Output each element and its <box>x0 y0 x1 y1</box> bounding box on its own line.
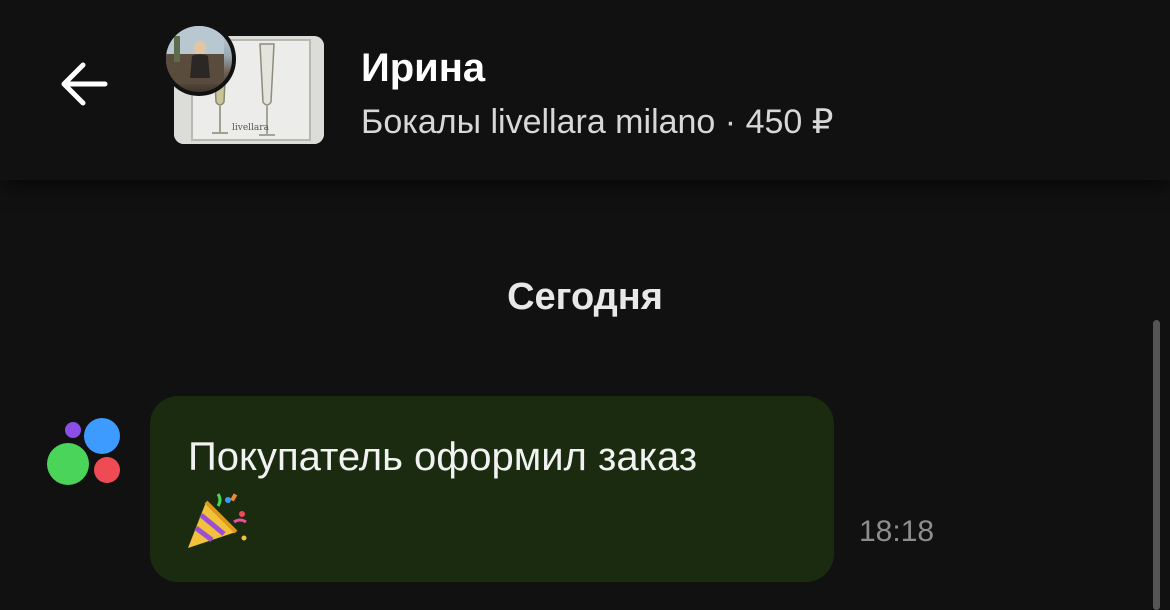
party-popper-icon <box>188 493 247 548</box>
scrollbar[interactable] <box>1153 320 1160 610</box>
chat-header: livellara Ирина Бокалы livellara milano … <box>0 0 1170 180</box>
item-price: 450 ₽ <box>745 103 834 141</box>
seller-name[interactable]: Ирина <box>361 44 485 92</box>
item-info[interactable]: Бокалы livellara milano · 450 ₽ <box>361 100 833 144</box>
message-text: Покупатель оформил заказ <box>188 435 698 479</box>
back-button[interactable] <box>52 52 116 116</box>
seller-avatar[interactable] <box>162 22 236 96</box>
date-separator: Сегодня <box>507 276 663 318</box>
item-separator: · <box>724 103 737 141</box>
thumb-brand-text: livellara <box>232 123 270 133</box>
arrow-left-icon <box>61 62 108 106</box>
avito-logo-icon <box>47 418 120 485</box>
seller-photo <box>166 26 224 84</box>
message-time: 18:18 <box>859 515 935 548</box>
message-bubble[interactable]: Покупатель оформил заказ <box>150 396 834 582</box>
item-title: Бокалы livellara milano <box>361 103 716 141</box>
